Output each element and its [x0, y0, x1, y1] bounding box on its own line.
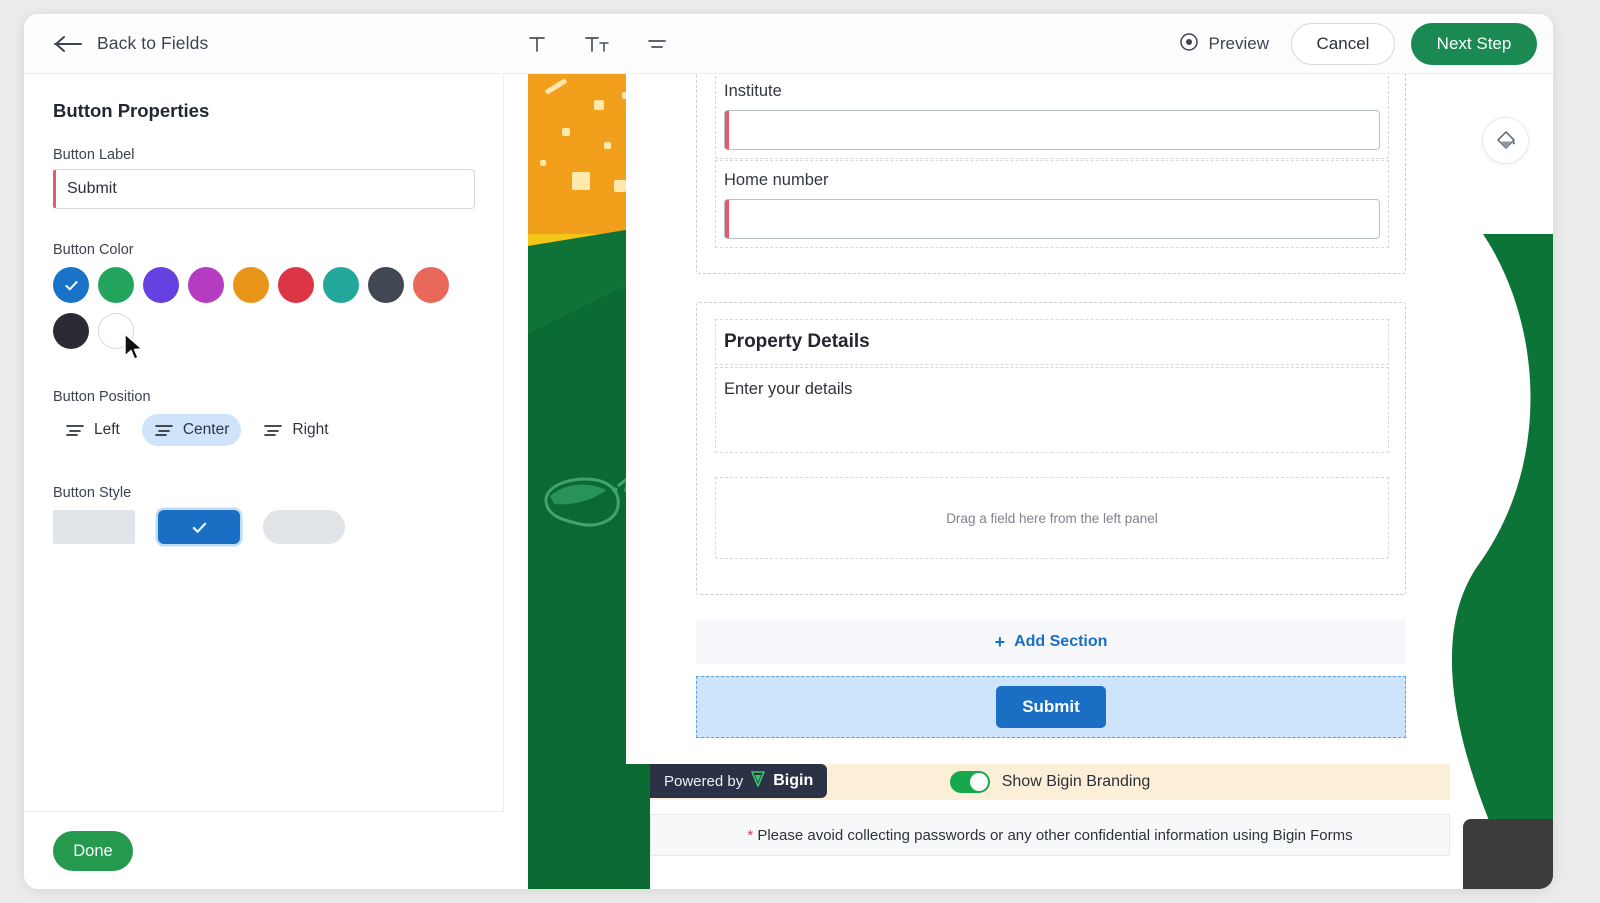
powered-by-badge: Powered by Bigin	[650, 764, 828, 798]
color-swatch-teal[interactable]	[323, 267, 359, 303]
button-color-field-label: Button Color	[53, 242, 134, 258]
add-section-button[interactable]: + Add Section	[696, 620, 1406, 664]
color-swatch-red[interactable]	[278, 267, 314, 303]
field-label-home-number: Home number	[724, 171, 829, 189]
color-swatch-black[interactable]	[53, 313, 89, 349]
align-icon	[264, 425, 283, 436]
toggle-knob	[969, 773, 988, 791]
button-style-field-label: Button Style	[53, 485, 132, 501]
bigin-logo-icon	[750, 770, 766, 793]
next-step-button[interactable]: Next Step	[1411, 23, 1537, 65]
button-style-options	[53, 510, 345, 544]
paint-bucket-icon	[1496, 130, 1515, 149]
notice-body: Please avoid collecting passwords or any…	[753, 826, 1353, 844]
back-to-fields-label: Back to Fields	[97, 33, 209, 53]
back-arrow-icon	[53, 35, 83, 53]
back-to-fields-button[interactable]: Back to Fields	[53, 33, 208, 54]
done-button[interactable]: Done	[53, 831, 133, 871]
button-position-right[interactable]: Right	[251, 414, 340, 446]
button-position-label: Left	[94, 421, 120, 438]
form-builder-window: Back to Fields Preview Cancel Next Step …	[24, 14, 1553, 889]
color-swatch-blue[interactable]	[53, 267, 89, 303]
section-header-block[interactable]: Property Details	[715, 319, 1389, 365]
form-submit-button[interactable]: Submit	[996, 686, 1106, 728]
align-icon	[155, 425, 173, 436]
confidential-notice-bar: * Please avoid collecting passwords or a…	[650, 814, 1450, 856]
button-properties-panel: Button Properties Button Label Button Co…	[24, 74, 504, 889]
button-style-sharp[interactable]	[53, 510, 135, 544]
preview-eye-icon	[1179, 32, 1199, 57]
check-icon	[64, 280, 78, 290]
top-actions: Preview Cancel Next Step	[1173, 14, 1537, 74]
color-swatch-orange[interactable]	[233, 267, 269, 303]
color-swatch-purple[interactable]	[143, 267, 179, 303]
align-tool-icon[interactable]	[640, 27, 674, 61]
color-swatch-white[interactable]	[98, 313, 134, 349]
form-section-property-details: Property Details Enter your details Drag…	[696, 302, 1406, 595]
cancel-button[interactable]: Cancel	[1291, 23, 1395, 65]
submit-button-zone[interactable]: Submit	[696, 676, 1406, 738]
color-swatch-slate[interactable]	[368, 267, 404, 303]
button-style-rounded[interactable]	[158, 510, 240, 544]
branding-toggle-group: Show Bigin Branding	[949, 771, 1151, 793]
button-position-field-label: Button Position	[53, 389, 151, 405]
field-input-home-number[interactable]	[724, 199, 1380, 239]
plus-icon: +	[994, 631, 1006, 652]
check-icon	[192, 522, 206, 533]
preview-button[interactable]: Preview	[1173, 28, 1275, 61]
top-toolbar: Back to Fields Preview Cancel Next Step	[24, 14, 1553, 74]
field-drop-zone[interactable]: Drag a field here from the left panel	[715, 477, 1389, 559]
section-description: Enter your details	[724, 380, 853, 398]
drop-zone-hint: Drag a field here from the left panel	[946, 510, 1158, 526]
field-input-wrap-home-number	[724, 199, 1380, 239]
button-position-options: Left Center Right	[53, 414, 341, 446]
form-field-institute[interactable]: Institute	[715, 74, 1389, 159]
panel-title: Button Properties	[53, 100, 210, 121]
color-swatch-green[interactable]	[98, 267, 134, 303]
background-dark-bar	[1463, 819, 1553, 889]
button-color-swatches	[53, 267, 483, 359]
form-field-home-number[interactable]: Home number	[715, 160, 1389, 248]
show-branding-label: Show Bigin Branding	[1001, 773, 1151, 790]
panel-footer: Done	[24, 811, 504, 889]
confidential-notice-text: * Please avoid collecting passwords or a…	[747, 827, 1352, 844]
color-swatch-magenta[interactable]	[188, 267, 224, 303]
theme-paint-button[interactable]	[1482, 117, 1529, 164]
add-section-label: Add Section	[1014, 633, 1108, 650]
button-label-field-label: Button Label	[53, 147, 135, 163]
show-branding-toggle[interactable]	[949, 771, 990, 793]
required-marker-institute	[725, 111, 729, 149]
align-icon	[66, 425, 84, 436]
editor-tool-group	[520, 14, 674, 74]
button-position-label: Center	[182, 421, 230, 438]
section-description-block[interactable]: Enter your details	[715, 367, 1389, 453]
powered-by-label: Powered by	[664, 772, 744, 790]
button-position-label: Right	[292, 421, 329, 438]
color-swatch-salmon[interactable]	[413, 267, 449, 303]
section-title: Property Details	[724, 331, 870, 352]
button-style-pill[interactable]	[263, 510, 345, 544]
form-sheet: Institute Home number Property Details E…	[626, 74, 1426, 764]
form-section-contact: Institute Home number	[696, 74, 1406, 274]
field-input-wrap-institute	[724, 110, 1380, 150]
font-size-tool-icon[interactable]	[580, 27, 614, 61]
form-canvas: Institute Home number Property Details E…	[504, 74, 1553, 889]
button-position-center[interactable]: Center	[141, 414, 242, 446]
button-label-input[interactable]	[53, 169, 475, 209]
required-marker-home-number	[725, 200, 729, 238]
button-position-left[interactable]: Left	[53, 414, 132, 446]
field-label-institute: Institute	[724, 82, 782, 100]
bigin-brand-label: Bigin	[773, 772, 814, 789]
text-tool-icon[interactable]	[520, 27, 554, 61]
field-input-institute[interactable]	[724, 110, 1380, 150]
preview-label: Preview	[1208, 34, 1269, 53]
